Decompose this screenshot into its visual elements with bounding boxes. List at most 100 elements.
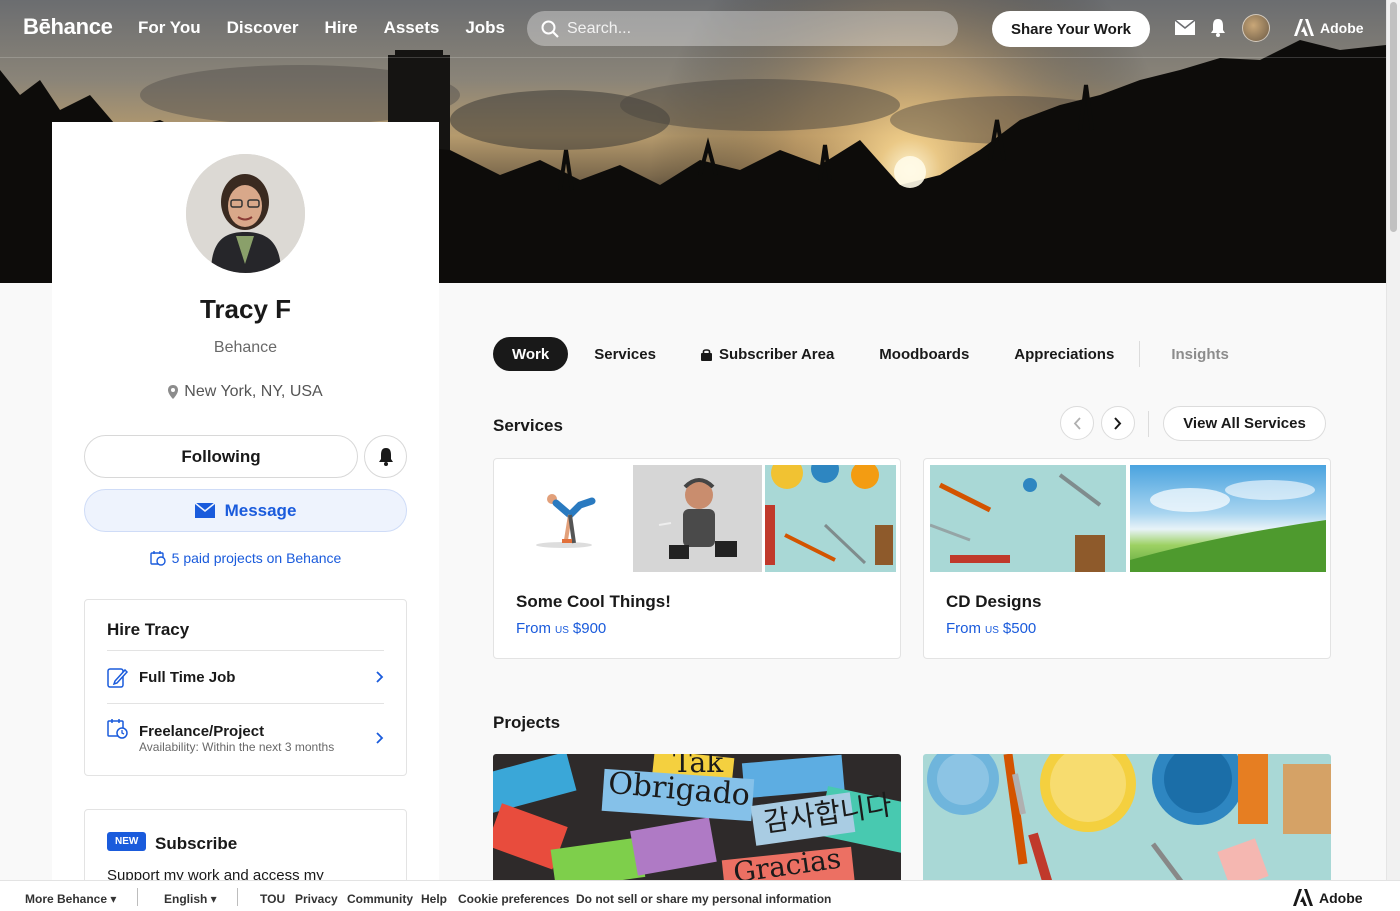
carousel-prev-button[interactable] bbox=[1060, 406, 1094, 440]
service-price: From US $900 bbox=[516, 620, 606, 637]
message-button[interactable]: Message bbox=[84, 489, 407, 532]
paid-projects-link[interactable]: 5 paid projects on Behance bbox=[52, 550, 439, 566]
hire-option-label: Full Time Job bbox=[139, 668, 236, 686]
behance-logo[interactable]: Bēhance bbox=[23, 14, 113, 40]
mail-icon[interactable] bbox=[1175, 20, 1195, 35]
footer-link-community[interactable]: Community bbox=[347, 892, 413, 906]
footer-adobe-link[interactable]: Adobe bbox=[1293, 889, 1363, 906]
language-label: English bbox=[164, 892, 208, 906]
new-badge: NEW bbox=[107, 832, 147, 851]
adobe-logo-icon bbox=[1293, 889, 1313, 906]
hire-option-label: Freelance/Project bbox=[139, 722, 265, 740]
service-thumbnail bbox=[930, 465, 1126, 572]
hire-panel: Hire Tracy Full Time Job Freelance/Proje… bbox=[84, 599, 407, 776]
profile-name: Tracy F bbox=[199, 294, 292, 324]
profile-tabs: Work Services Subscriber Area Moodboards… bbox=[493, 337, 1248, 371]
job-pen-icon bbox=[107, 668, 129, 688]
search-icon bbox=[541, 20, 559, 38]
divider bbox=[1148, 411, 1149, 437]
service-title: CD Designs bbox=[946, 592, 1042, 611]
price-prefix: From bbox=[516, 620, 551, 637]
search-bar[interactable] bbox=[527, 11, 958, 46]
adobe-link[interactable]: Adobe bbox=[1294, 19, 1364, 36]
adobe-logo-icon bbox=[1294, 19, 1314, 36]
user-avatar[interactable] bbox=[1242, 14, 1270, 42]
services-section-title: Services bbox=[493, 416, 563, 435]
view-all-services-button[interactable]: View All Services bbox=[1163, 406, 1326, 441]
profile-organization: Behance bbox=[213, 339, 278, 356]
service-thumbnail bbox=[500, 465, 627, 572]
tab-services[interactable]: Services bbox=[575, 337, 675, 371]
project-word: Tak bbox=[673, 754, 724, 779]
more-behance-dropdown[interactable]: More Behance ▾ bbox=[25, 892, 116, 906]
profile-avatar bbox=[186, 154, 305, 273]
projects-section-title: Projects bbox=[493, 713, 561, 732]
project-card[interactable]: Obrigado Gracias Tak 감사합니다 bbox=[493, 754, 901, 884]
carousel-next-button[interactable] bbox=[1101, 406, 1135, 440]
currency-code: US bbox=[555, 625, 569, 636]
tab-divider bbox=[1139, 341, 1141, 367]
language-dropdown[interactable]: English ▾ bbox=[164, 892, 217, 906]
divider bbox=[137, 888, 138, 906]
availability-text: Availability: Within the next 3 months bbox=[139, 739, 335, 754]
footer-link-tou[interactable]: TOU bbox=[260, 892, 285, 906]
price-value: $500 bbox=[1002, 620, 1037, 637]
message-label: Message bbox=[224, 500, 297, 520]
location-pin-icon bbox=[168, 385, 179, 399]
service-card[interactable]: Some Cool Things! From US $900 bbox=[493, 458, 901, 659]
notifications-bell-icon[interactable] bbox=[1210, 18, 1226, 37]
top-navigation: Bēhance For You Discover Hire Assets Job… bbox=[0, 0, 1386, 58]
nav-jobs[interactable]: Jobs bbox=[465, 18, 505, 38]
scrollbar-thumb[interactable] bbox=[1390, 2, 1397, 232]
footer-link-do-not-sell[interactable]: Do not sell or share my personal informa… bbox=[576, 892, 831, 906]
following-button[interactable]: Following bbox=[84, 435, 358, 478]
nav-assets[interactable]: Assets bbox=[384, 18, 440, 38]
chevron-right-icon bbox=[376, 732, 384, 744]
lock-icon bbox=[700, 348, 712, 361]
project-thumbnail bbox=[927, 754, 1331, 884]
footer-link-cookie-preferences[interactable]: Cookie preferences bbox=[458, 892, 569, 906]
divider bbox=[107, 650, 384, 651]
nav-for-you[interactable]: For You bbox=[138, 18, 201, 38]
paid-projects-icon bbox=[149, 551, 166, 566]
footer-bar: More Behance ▾ English ▾ TOU Privacy Com… bbox=[0, 880, 1400, 911]
subscribe-title: Subscribe bbox=[155, 834, 238, 853]
adobe-label: Adobe bbox=[1319, 889, 1363, 906]
hire-title: Hire Tracy bbox=[107, 620, 190, 639]
nav-links: For You Discover Hire Assets Jobs bbox=[138, 18, 531, 38]
chevron-left-icon bbox=[1073, 416, 1081, 430]
nav-discover[interactable]: Discover bbox=[227, 18, 299, 38]
service-card[interactable]: CD Designs From US $500 bbox=[923, 458, 1331, 659]
tab-moodboards[interactable]: Moodboards bbox=[860, 337, 988, 371]
service-thumbnail bbox=[765, 465, 896, 572]
footer-link-privacy[interactable]: Privacy bbox=[295, 892, 338, 906]
search-input[interactable] bbox=[567, 19, 947, 38]
tab-subscriber-area[interactable]: Subscriber Area bbox=[682, 337, 853, 371]
currency-code: US bbox=[985, 625, 999, 636]
service-price: From US $500 bbox=[946, 620, 1036, 637]
page-scrollbar[interactable] bbox=[1386, 0, 1400, 880]
hire-option-freelance[interactable]: Freelance/Project Availability: Within t… bbox=[107, 718, 384, 758]
tab-label: Subscriber Area bbox=[718, 345, 835, 363]
adobe-label: Adobe bbox=[1320, 19, 1364, 36]
more-behance-label: More Behance bbox=[25, 892, 108, 906]
project-card[interactable] bbox=[923, 754, 1331, 884]
divider bbox=[237, 888, 238, 906]
service-title: Some Cool Things! bbox=[516, 592, 671, 611]
tab-insights[interactable]: Insights bbox=[1152, 337, 1248, 371]
hire-option-full-time[interactable]: Full Time Job bbox=[107, 664, 384, 690]
location-text: New York, NY, USA bbox=[184, 383, 323, 400]
envelope-icon bbox=[194, 503, 215, 518]
calendar-clock-icon bbox=[107, 719, 128, 739]
nav-hire[interactable]: Hire bbox=[324, 18, 357, 38]
chevron-right-icon bbox=[1114, 416, 1122, 430]
footer-link-help[interactable]: Help bbox=[421, 892, 447, 906]
bell-icon bbox=[378, 448, 393, 466]
tab-appreciations[interactable]: Appreciations bbox=[995, 337, 1133, 371]
notify-bell-button[interactable] bbox=[364, 435, 407, 478]
profile-card: Tracy F Behance New York, NY, USA Follow… bbox=[52, 122, 439, 909]
service-thumbnail bbox=[633, 465, 762, 572]
tab-work[interactable]: Work bbox=[493, 337, 569, 371]
share-your-work-button[interactable]: Share Your Work bbox=[992, 11, 1150, 47]
paid-projects-text: 5 paid projects on Behance bbox=[171, 550, 342, 566]
